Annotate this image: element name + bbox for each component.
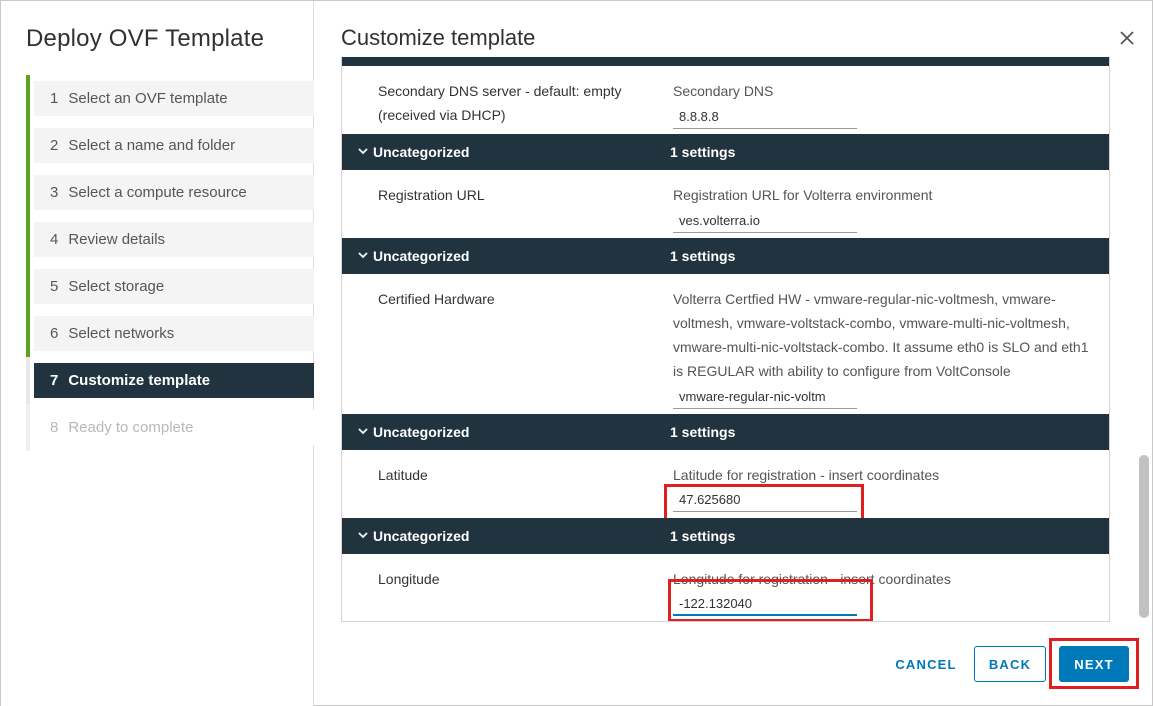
setting-label: Registration URL	[378, 187, 485, 203]
setting-label-line: (received via DHCP)	[378, 107, 506, 123]
setting-row-latitude: Latitude Latitude for registration - ins…	[342, 450, 1109, 518]
wizard-step-2[interactable]: 2 Select a name and folder	[26, 122, 314, 169]
latitude-input[interactable]	[673, 488, 857, 512]
setting-description: Longitude for registration - insert coor…	[673, 571, 951, 587]
wizard-title: Deploy OVF Template	[26, 25, 265, 52]
group-header-uncategorized[interactable]: Uncategorized 1 settings	[342, 238, 1109, 274]
step-progress-bar	[26, 357, 30, 404]
group-header-uncategorized[interactable]: Uncategorized 1 settings	[342, 518, 1109, 554]
step-label: Ready to complete	[68, 419, 194, 436]
setting-label: Secondary DNS server - default: empty (r…	[378, 79, 638, 127]
wizard-step-8: 8 Ready to complete	[26, 404, 314, 451]
wizard-steps-pane: Deploy OVF Template 1 Select an OVF templ…	[1, 1, 314, 706]
group-name: Uncategorized	[373, 528, 470, 544]
step-number: 8	[50, 419, 59, 436]
step-label: Select networks	[68, 325, 175, 342]
group-header-partial	[342, 57, 1109, 66]
customize-template-pane: Customize template Secondary DNS server …	[314, 1, 1153, 706]
step-box[interactable]: 5 Select storage	[34, 269, 314, 304]
setting-row-secondary-dns: Secondary DNS server - default: empty (r…	[342, 66, 1109, 134]
setting-row-longitude: Longitude Longitude for registration - i…	[342, 554, 1109, 621]
step-box[interactable]: 3 Select a compute resource	[34, 175, 314, 210]
group-settings-count: 1 settings	[670, 248, 736, 264]
certified-hardware-input[interactable]	[673, 385, 857, 409]
group-name: Uncategorized	[373, 248, 470, 264]
step-label: Select a name and folder	[68, 137, 236, 154]
step-progress-bar	[26, 216, 30, 263]
setting-description-line: Volterra Certfied HW - vmware-regular-ni…	[673, 291, 1056, 307]
chevron-down-icon	[358, 428, 368, 435]
chevron-down-icon	[358, 532, 368, 539]
setting-description: Secondary DNS	[673, 83, 774, 99]
setting-description: Latitude for registration - insert coord…	[673, 467, 940, 483]
step-progress-bar	[26, 75, 30, 122]
step-number: 5	[50, 278, 59, 295]
wizard-step-7[interactable]: 7 Customize template	[26, 357, 314, 404]
page-title: Customize template	[341, 25, 536, 50]
setting-description: Volterra Certfied HW - vmware-regular-ni…	[673, 287, 1093, 383]
setting-row-registration-url: Registration URL Registration URL for Vo…	[342, 170, 1109, 238]
vertical-scrollbar[interactable]	[1136, 57, 1150, 622]
step-label: Review details	[68, 231, 166, 248]
close-icon	[1120, 31, 1134, 45]
group-name: Uncategorized	[373, 144, 470, 160]
step-progress-bar	[26, 122, 30, 169]
wizard-step-3[interactable]: 3 Select a compute resource	[26, 169, 314, 216]
deploy-ovf-dialog: Deploy OVF Template 1 Select an OVF templ…	[0, 0, 1153, 706]
next-button[interactable]: NEXT	[1059, 646, 1129, 682]
step-label: Select a compute resource	[68, 184, 247, 201]
back-button[interactable]: BACK	[974, 646, 1046, 682]
wizard-step-1[interactable]: 1 Select an OVF template	[26, 75, 314, 122]
registration-url-input[interactable]	[673, 209, 857, 233]
setting-description-line: vmware-multi-nic-voltstack-combo. It ass…	[673, 339, 1089, 355]
group-header-uncategorized[interactable]: Uncategorized 1 settings	[342, 414, 1109, 450]
setting-label: Latitude	[378, 467, 428, 483]
secondary-dns-input[interactable]	[673, 105, 857, 129]
step-box[interactable]: 4 Review details	[34, 222, 314, 257]
group-settings-count: 1 settings	[670, 144, 736, 160]
step-number: 4	[50, 231, 59, 248]
setting-description-line: voltmesh, vmware-voltstack-combo, vmware…	[673, 315, 1070, 331]
step-label: Select storage	[68, 278, 165, 295]
step-label: Customize template	[68, 372, 211, 389]
step-box[interactable]: 1 Select an OVF template	[34, 81, 314, 116]
step-progress-bar	[26, 404, 30, 451]
wizard-step-5[interactable]: 5 Select storage	[26, 263, 314, 310]
step-progress-bar	[26, 310, 30, 357]
step-box: 8 Ready to complete	[34, 410, 314, 445]
settings-scroll-area[interactable]: Secondary DNS server - default: empty (r…	[341, 57, 1110, 622]
step-progress-bar	[26, 263, 30, 310]
scrollbar-thumb[interactable]	[1139, 455, 1149, 618]
step-box[interactable]: 2 Select a name and folder	[34, 128, 314, 163]
setting-description-line: is REGULAR with ability to configure fro…	[673, 363, 1011, 379]
step-number: 7	[50, 372, 59, 389]
step-box[interactable]: 7 Customize template	[34, 363, 314, 398]
setting-description: Registration URL for Volterra environmen…	[673, 187, 933, 203]
wizard-step-6[interactable]: 6 Select networks	[26, 310, 314, 357]
group-settings-count: 1 settings	[670, 528, 736, 544]
group-name: Uncategorized	[373, 424, 470, 440]
step-progress-bar	[26, 169, 30, 216]
step-number: 3	[50, 184, 59, 201]
group-settings-count: 1 settings	[670, 424, 736, 440]
step-label: Select an OVF template	[68, 90, 228, 107]
cancel-button[interactable]: CANCEL	[885, 646, 967, 682]
chevron-down-icon	[358, 148, 368, 155]
setting-row-certified-hardware: Certified Hardware Volterra Certfied HW …	[342, 274, 1109, 412]
setting-label: Certified Hardware	[378, 291, 495, 307]
wizard-step-list: 1 Select an OVF template 2 Select a name a…	[26, 75, 314, 451]
step-number: 2	[50, 137, 59, 154]
step-number: 6	[50, 325, 59, 342]
setting-label-line: Secondary DNS server - default: empty	[378, 83, 622, 99]
group-header-uncategorized[interactable]: Uncategorized 1 settings	[342, 134, 1109, 170]
close-button[interactable]	[1116, 27, 1138, 49]
wizard-step-4[interactable]: 4 Review details	[26, 216, 314, 263]
step-number: 1	[50, 90, 59, 107]
longitude-input[interactable]	[673, 592, 857, 616]
setting-label: Longitude	[378, 571, 440, 587]
step-box[interactable]: 6 Select networks	[34, 316, 314, 351]
chevron-down-icon	[358, 252, 368, 259]
